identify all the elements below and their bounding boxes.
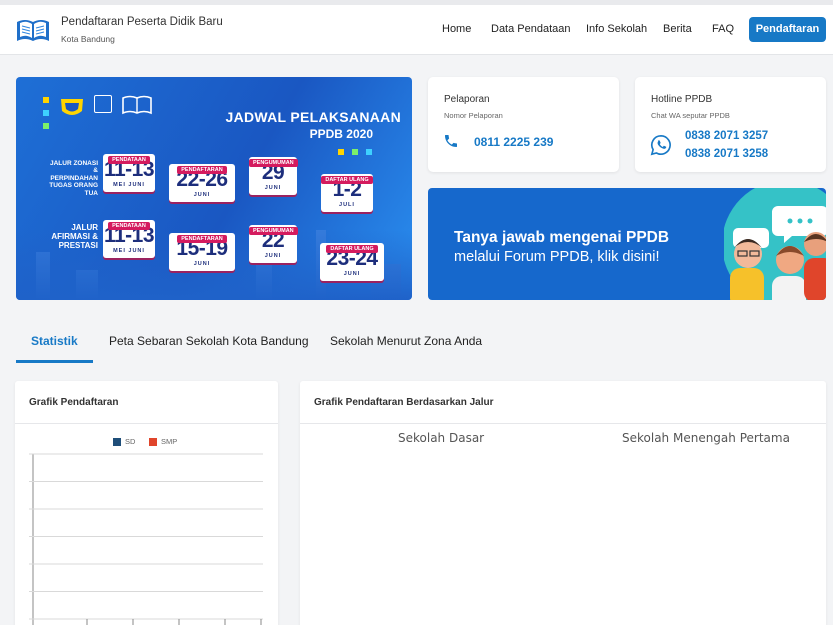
banner-title: JADWAL PELAKSANAAN: [225, 109, 401, 125]
forum-subline: melalui Forum PPDB, klik disini!: [454, 249, 660, 265]
registration-chart: [29, 453, 263, 625]
card-month: JUNI: [193, 261, 211, 267]
hotline-number-2[interactable]: 0838 2071 3258: [685, 148, 768, 160]
schedule-card: DAFTAR ULANG 23-24 JUNI: [320, 243, 384, 281]
nav-info-sekolah[interactable]: Info Sekolah: [586, 23, 647, 35]
hotline-title: Hotline PPDB: [651, 94, 713, 105]
row2-label: JALUR AFIRMASI & PRESTASI: [51, 223, 98, 251]
card-tag: PENDATAAN: [108, 156, 150, 164]
panel-divider: [300, 423, 826, 424]
card-month: JUNI: [264, 185, 282, 191]
schedule-card: DAFTAR ULANG 1-2 JULI: [321, 174, 373, 212]
site-subtitle: Kota Bandung: [61, 34, 115, 44]
report-title: Pelaporan: [444, 94, 490, 105]
card-month: MEI JUNI: [113, 248, 145, 254]
site-header: Pendaftaran Peserta Didik Baru Kota Band…: [0, 5, 833, 55]
chart-title-smp: Sekolah Menengah Pertama: [622, 431, 790, 445]
schedule-banner[interactable]: JADWAL PELAKSANAAN PPDB 2020 JALUR ZONAS…: [16, 77, 412, 300]
phone-icon: [445, 135, 457, 147]
row1-label: JALUR ZONASI & PERPINDAHAN TUGAS ORANG T…: [49, 160, 98, 197]
schedule-card: PENDATAAN 11-13 MEI JUNI: [103, 220, 155, 258]
panel-title: Grafik Pendaftaran Berdasarkan Jalur: [314, 397, 494, 408]
schedule-card: PENDATAAN 11-13 MEI JUNI: [103, 154, 155, 192]
grafik-jalur-panel: Grafik Pendaftaran Berdasarkan Jalur Sek…: [300, 381, 826, 625]
tab-sekolah-zona[interactable]: Sekolah Menurut Zona Anda: [330, 334, 482, 348]
chart-title-sd: Sekolah Dasar: [398, 431, 485, 445]
nav-faq[interactable]: FAQ: [712, 23, 734, 35]
nav-data-pendataan[interactable]: Data Pendataan: [491, 23, 571, 35]
pendaftaran-button[interactable]: Pendaftaran: [749, 17, 826, 42]
banner-subtitle: PPDB 2020: [309, 127, 373, 141]
schedule-card: PENDAFTARAN 22-26 JUNI: [169, 164, 235, 202]
report-number[interactable]: 0811 2225 239: [474, 135, 553, 149]
schedule-card: PENDAFTARAN 15-19 JUNI: [169, 233, 235, 271]
card-month: MEI JUNI: [113, 182, 145, 188]
card-month: JUNI: [193, 192, 211, 198]
disdik-logo-icon: [94, 95, 112, 113]
schedule-card: PENGUMUMAN 22 JUNI: [249, 225, 298, 263]
tab-statistik[interactable]: Statistik: [31, 334, 78, 348]
card-tag: DAFTAR ULANG: [326, 245, 378, 253]
chart-grid: [29, 453, 263, 625]
people-illustration-icon: [724, 188, 826, 300]
city-emblem-icon: [61, 99, 83, 115]
report-card[interactable]: Pelaporan Nomor Pelaporan 0811 2225 239: [428, 77, 619, 172]
hotline-subtitle: Chat WA seputar PPDB: [651, 111, 730, 120]
tab-peta-sebaran[interactable]: Peta Sebaran Sekolah Kota Bandung: [109, 334, 309, 348]
card-tag: DAFTAR ULANG: [321, 176, 373, 184]
book-logo-icon: [122, 95, 152, 115]
card-tag: PENDATAAN: [108, 222, 150, 230]
active-tab-indicator: [16, 360, 93, 363]
card-month: JUNI: [264, 253, 282, 259]
card-tag: PENDAFTARAN: [177, 166, 227, 174]
report-subtitle: Nomor Pelaporan: [444, 111, 503, 120]
nav-berita[interactable]: Berita: [663, 23, 692, 35]
nav-home[interactable]: Home: [442, 23, 471, 35]
forum-headline: Tanya jawab mengenai PPDB: [454, 229, 670, 246]
hotline-number-1[interactable]: 0838 2071 3257: [685, 130, 768, 142]
book-logo-icon[interactable]: [16, 17, 50, 43]
card-month: JUNI: [343, 271, 361, 277]
card-month: JULI: [339, 202, 355, 208]
schedule-card: PENGUMUMAN 29 JUNI: [249, 157, 298, 195]
card-tag: PENGUMUMAN: [249, 159, 298, 167]
card-tag: PENDAFTARAN: [177, 235, 227, 243]
hotline-card[interactable]: Hotline PPDB Chat WA seputar PPDB 0838 2…: [635, 77, 826, 172]
forum-banner[interactable]: Tanya jawab mengenai PPDB melalui Forum …: [428, 188, 826, 300]
whatsapp-icon: [650, 135, 671, 156]
grafik-pendaftaran-panel: Grafik Pendaftaran SD SMP: [15, 381, 278, 625]
card-tag: PENGUMUMAN: [249, 227, 298, 235]
site-title: Pendaftaran Peserta Didik Baru: [61, 16, 223, 28]
